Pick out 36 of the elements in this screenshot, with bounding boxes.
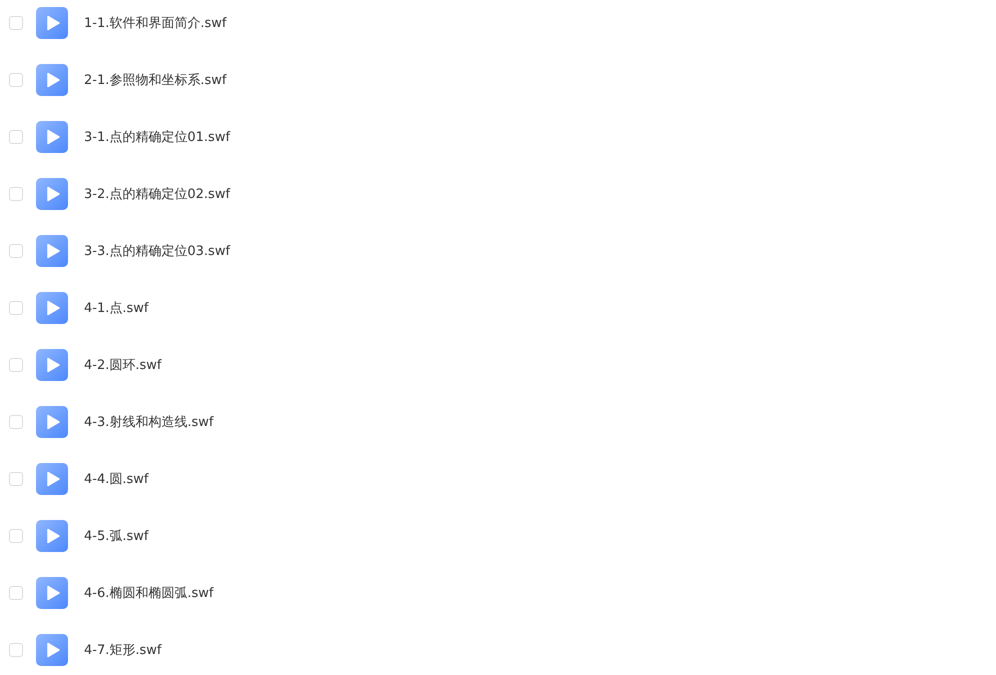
checkbox[interactable] — [9, 415, 23, 429]
file-name[interactable]: 3-3.点的精确定位03.swf — [84, 242, 230, 260]
file-name[interactable]: 4-6.椭圆和椭圆弧.swf — [84, 584, 214, 602]
video-file-icon — [36, 463, 68, 495]
video-file-icon — [36, 349, 68, 381]
video-file-icon — [36, 577, 68, 609]
file-name[interactable]: 4-5.弧.swf — [84, 527, 148, 545]
video-file-icon — [36, 292, 68, 324]
file-name[interactable]: 3-2.点的精确定位02.swf — [84, 185, 230, 203]
checkbox[interactable] — [9, 358, 23, 372]
file-name[interactable]: 4-1.点.swf — [84, 299, 148, 317]
checkbox[interactable] — [9, 16, 23, 30]
checkbox[interactable] — [9, 130, 23, 144]
checkbox[interactable] — [9, 472, 23, 486]
video-file-icon — [36, 178, 68, 210]
video-file-icon — [36, 64, 68, 96]
checkbox[interactable] — [9, 187, 23, 201]
checkbox[interactable] — [9, 244, 23, 258]
file-name[interactable]: 3-1.点的精确定位01.swf — [84, 128, 230, 146]
video-file-icon — [36, 406, 68, 438]
file-name[interactable]: 4-3.射线和构造线.swf — [84, 413, 214, 431]
checkbox[interactable] — [9, 73, 23, 87]
file-name[interactable]: 4-4.圆.swf — [84, 470, 148, 488]
video-file-icon — [36, 121, 68, 153]
video-file-icon — [36, 7, 68, 39]
video-file-icon — [36, 520, 68, 552]
file-name[interactable]: 1-1.软件和界面简介.swf — [84, 14, 226, 32]
video-file-icon — [36, 235, 68, 267]
video-file-icon — [36, 634, 68, 666]
checkbox[interactable] — [9, 586, 23, 600]
checkbox[interactable] — [9, 643, 23, 657]
file-name[interactable]: 4-7.矩形.swf — [84, 641, 162, 659]
file-name[interactable]: 4-2.圆环.swf — [84, 356, 162, 374]
checkbox[interactable] — [9, 529, 23, 543]
file-name[interactable]: 2-1.参照物和坐标系.swf — [84, 71, 226, 89]
checkbox[interactable] — [9, 301, 23, 315]
